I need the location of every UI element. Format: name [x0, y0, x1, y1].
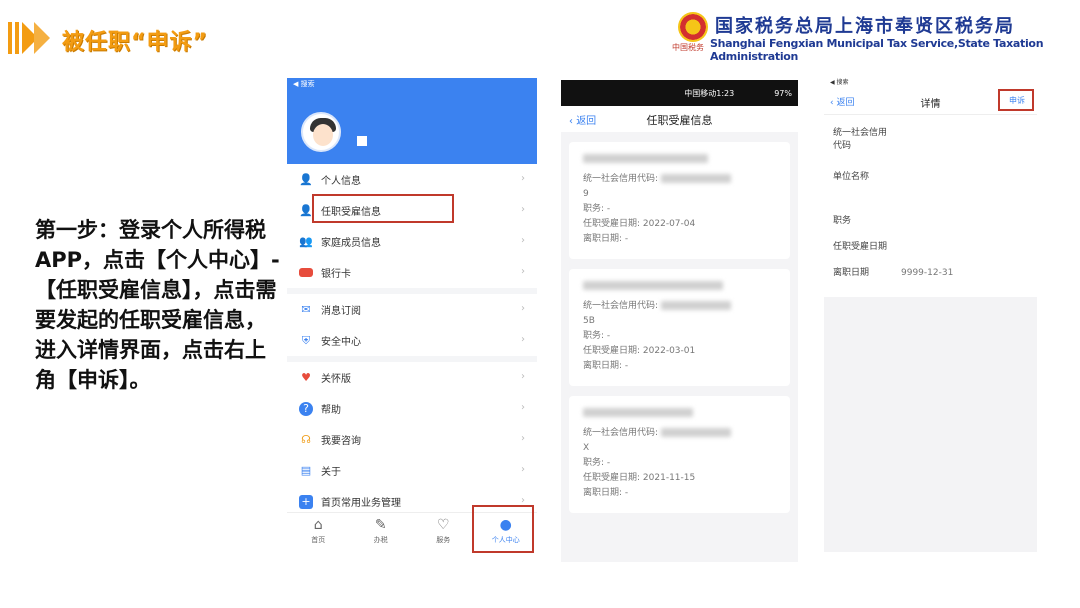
headset-icon: ☊	[301, 432, 311, 446]
phone-screen-employment-list: 中国移动1:23 97% ‹ 返回 任职受雇信息 统一社会信用代码: 9 职务:…	[561, 80, 798, 562]
menu-item-personal-info[interactable]: 👤 个人信息 ›	[287, 164, 537, 195]
service-icon: ♡	[436, 517, 450, 533]
employment-card[interactable]: 统一社会信用代码: X 职务: - 任职受雇日期: 2021-11-15 离职日…	[569, 396, 790, 513]
tab-tax[interactable]: ✎ 办税	[350, 513, 413, 552]
chevron-right-icon: ›	[521, 303, 525, 314]
highlight-personal-center	[472, 505, 534, 553]
menu-item-subscription[interactable]: ✉ 消息订阅 ›	[287, 294, 537, 325]
chevron-right-icon: ›	[521, 204, 525, 215]
bureau-name-cn: 国家税务总局上海市奉贤区税务局	[715, 16, 1015, 37]
menu-item-security[interactable]: ⛨ 安全中心 ›	[287, 325, 537, 356]
tab-home[interactable]: ⌂ 首页	[287, 513, 350, 552]
detail-field: 离职日期 9999-12-31	[833, 268, 954, 278]
highlight-employment-info	[312, 194, 454, 223]
chevron-right-icon: ›	[521, 433, 525, 444]
heart-icon: ♥	[301, 370, 311, 384]
detail-field: 统一社会信用代码	[833, 128, 888, 151]
menu-item-bank-card[interactable]: 银行卡 ›	[287, 257, 537, 288]
arrow-icon	[8, 22, 50, 54]
mail-icon: ✉	[301, 302, 311, 316]
shield-icon: ⛨	[301, 333, 311, 347]
employment-icon: 👤	[299, 203, 313, 217]
menu-item-consult[interactable]: ☊ 我要咨询 ›	[287, 424, 537, 455]
status-bar: ◀ 搜索	[293, 80, 315, 88]
menu-item-help[interactable]: ? 帮助 ›	[287, 393, 537, 424]
chevron-right-icon: ›	[521, 371, 525, 382]
user-name-redacted	[357, 136, 367, 146]
doc-icon: ▤	[300, 463, 312, 477]
chevron-right-icon: ›	[521, 464, 525, 475]
bureau-name-en: Shanghai Fengxian Municipal Tax Service,…	[710, 37, 1044, 63]
chevron-right-icon: ›	[521, 266, 525, 277]
employment-card[interactable]: 统一社会信用代码: 9 职务: - 任职受雇日期: 2022-07-04 离职日…	[569, 142, 790, 259]
company-name-redacted	[583, 154, 708, 163]
menu-item-care-mode[interactable]: ♥ 关怀版 ›	[287, 362, 537, 393]
empty-area	[824, 297, 1037, 552]
battery-indicator: 97%	[774, 88, 792, 98]
status-bar: 中国移动1:23 97%	[561, 80, 798, 106]
employment-card[interactable]: 统一社会信用代码: 5B 职务: - 任职受雇日期: 2022-03-01 离职…	[569, 269, 790, 386]
highlight-appeal	[998, 89, 1034, 111]
card-icon	[299, 268, 313, 277]
phone-screen-detail: ◀ 搜索 ‹ 返回 详情 申诉 统一社会信用代码 单位名称 职务 任职受雇日期 …	[824, 74, 1037, 552]
phone-screen-profile: ◀ 搜索 👤 个人信息 › 👤 任职受雇信息 › 👥 家庭成员信息 › 银行卡 › ✉ 消息订阅…	[287, 78, 537, 552]
logo-subtitle: 中国税务	[672, 43, 704, 52]
chevron-right-icon: ›	[521, 173, 525, 184]
tab-service[interactable]: ♡ 服务	[412, 513, 475, 552]
nav-bar: ‹ 返回 任职受雇信息	[561, 106, 798, 132]
company-name-redacted	[583, 408, 693, 417]
menu-item-about[interactable]: ▤ 关于 ›	[287, 455, 537, 486]
chevron-right-icon: ›	[521, 235, 525, 246]
status-bar: ◀ 搜索	[830, 79, 849, 86]
user-icon: 👤	[299, 172, 313, 186]
edit-icon: ✎	[374, 517, 387, 533]
detail-field: 职务	[833, 216, 852, 226]
page-title: 被任职“申诉”	[62, 30, 208, 55]
profile-header: ◀ 搜索	[287, 78, 537, 164]
avatar[interactable]	[301, 112, 341, 152]
help-icon: ?	[299, 401, 313, 416]
nav-title: 任职受雇信息	[646, 114, 713, 127]
chevron-right-icon: ›	[521, 334, 525, 345]
menu-item-family-info[interactable]: 👥 家庭成员信息 ›	[287, 226, 537, 257]
instruction-text: 第一步：登录个人所得税APP，点击【个人中心】-【任职受雇信息】，点击需要发起的…	[35, 218, 280, 392]
tax-logo-icon	[678, 12, 708, 42]
company-name-redacted	[583, 281, 723, 290]
detail-field: 任职受雇日期	[833, 242, 888, 252]
detail-field: 单位名称	[833, 172, 870, 182]
family-icon: 👥	[299, 234, 313, 248]
plus-icon: +	[299, 494, 313, 509]
home-icon: ⌂	[313, 517, 323, 533]
chevron-right-icon: ›	[521, 402, 525, 413]
